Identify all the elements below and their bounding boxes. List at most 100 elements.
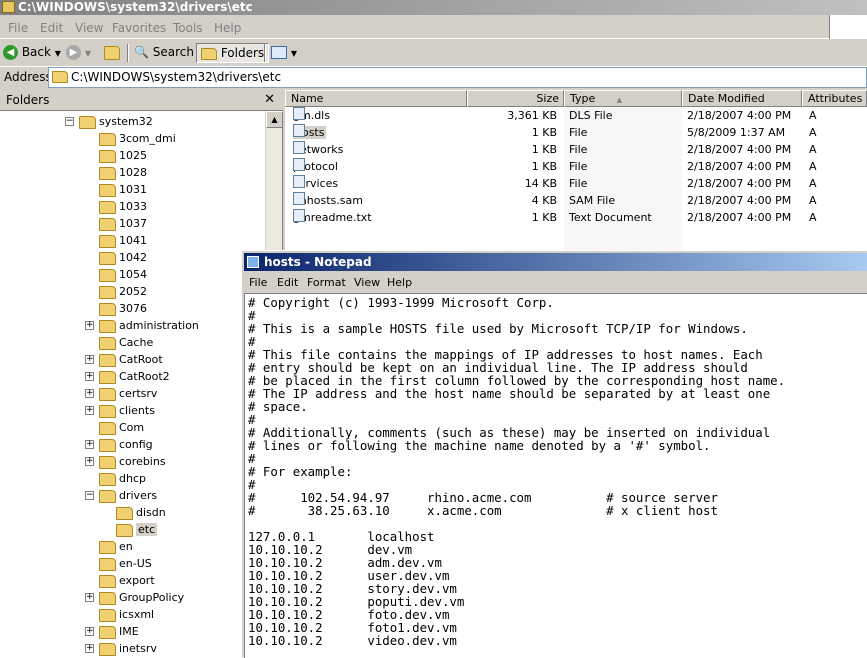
scroll-up-arrow-icon[interactable]: ▲ xyxy=(266,111,283,128)
tree-item[interactable]: 2052 xyxy=(99,283,147,300)
tree-item[interactable]: IME xyxy=(99,623,139,640)
file-row[interactable]: gm.dls 3,361 KB DLS File 2/18/2007 4:00 PM A xyxy=(285,107,867,124)
tree-item[interactable]: disdn xyxy=(116,504,166,521)
address-bar: Address C:\WINDOWS\system32\drivers\etc xyxy=(0,66,867,88)
tree-item[interactable]: 1037 xyxy=(99,215,147,232)
expand-toggle-icon[interactable]: + xyxy=(85,389,94,398)
menu-file[interactable]: File xyxy=(8,21,28,35)
file-row[interactable]: protocol 1 KB File 2/18/2007 4:00 PM A xyxy=(285,158,867,175)
tree-item[interactable]: corebins xyxy=(99,453,166,470)
expand-toggle-icon[interactable]: + xyxy=(85,372,94,381)
file-type-cell: File xyxy=(569,126,588,139)
tree-item[interactable]: Cache xyxy=(99,334,153,351)
tree-item[interactable]: 1042 xyxy=(99,249,147,266)
file-attr-cell: A xyxy=(809,143,817,156)
tree-item[interactable]: dhcp xyxy=(99,470,146,487)
tree-item[interactable]: config xyxy=(99,436,153,453)
close-icon[interactable]: ✕ xyxy=(264,90,275,110)
menu-edit[interactable]: Edit xyxy=(40,21,63,35)
expand-toggle-icon[interactable]: − xyxy=(85,491,94,500)
file-icon xyxy=(293,141,305,154)
file-date-cell: 2/18/2007 4:00 PM xyxy=(687,160,792,173)
file-row[interactable]: services 14 KB File 2/18/2007 4:00 PM A xyxy=(285,175,867,192)
file-name-cell: lmhosts.sam xyxy=(293,192,463,209)
expand-toggle-icon[interactable]: + xyxy=(85,355,94,364)
tree-item[interactable]: 1025 xyxy=(99,147,147,164)
up-folder-button[interactable] xyxy=(104,43,120,63)
tree-item[interactable]: Com xyxy=(99,419,144,436)
tree-item[interactable]: drivers xyxy=(99,487,157,504)
address-input[interactable]: C:\WINDOWS\system32\drivers\etc xyxy=(48,67,867,88)
expand-toggle-icon[interactable]: + xyxy=(85,644,94,653)
search-icon: 🔍 xyxy=(134,45,149,59)
notepad-title-bar[interactable]: hosts - Notepad xyxy=(244,253,867,271)
column-header-type[interactable]: Type ▲ xyxy=(564,90,682,107)
file-size-cell: 1 KB xyxy=(531,143,557,156)
back-button[interactable]: ◀ Back ▼ xyxy=(3,43,61,63)
tree-item[interactable]: administration xyxy=(99,317,199,334)
tree-item[interactable]: en-US xyxy=(99,555,152,572)
notepad-menu-format[interactable]: Format xyxy=(307,276,346,289)
file-row[interactable]: hosts 1 KB File 5/8/2009 1:37 AM A xyxy=(285,124,867,141)
tree-item[interactable]: system32 xyxy=(79,113,153,130)
notepad-menu-bar: File Edit Format View Help xyxy=(244,272,867,292)
tree-item[interactable]: 1041 xyxy=(99,232,147,249)
tree-item-label: 1037 xyxy=(119,217,147,230)
text-line: # The IP address and the host name shoul… xyxy=(248,386,771,401)
menu-help[interactable]: Help xyxy=(214,21,241,35)
folder-icon xyxy=(99,455,116,469)
tree-item-label: export xyxy=(119,574,155,587)
file-date-cell: 2/18/2007 4:00 PM xyxy=(687,211,792,224)
folder-icon xyxy=(99,591,116,605)
folder-icon xyxy=(99,268,116,282)
expand-toggle-icon[interactable]: + xyxy=(85,406,94,415)
expand-toggle-icon[interactable]: − xyxy=(65,117,74,126)
tree-item[interactable]: 3076 xyxy=(99,300,147,317)
tree-item[interactable]: etc xyxy=(116,521,158,538)
expand-toggle-icon[interactable]: + xyxy=(85,457,94,466)
notepad-menu-help[interactable]: Help xyxy=(387,276,412,289)
tree-item[interactable]: CatRoot2 xyxy=(99,368,170,385)
tree-item[interactable]: GroupPolicy xyxy=(99,589,184,606)
file-attr-cell: A xyxy=(809,109,817,122)
folders-button[interactable]: Folders xyxy=(196,43,270,63)
expand-toggle-icon[interactable]: + xyxy=(85,627,94,636)
notepad-icon xyxy=(247,256,259,268)
tree-item[interactable]: CatRoot xyxy=(99,351,163,368)
explorer-title-bar[interactable]: C:\WINDOWS\system32\drivers\etc xyxy=(0,0,867,15)
notepad-text-area[interactable]: # Copyright (c) 1993-1999 Microsoft Corp… xyxy=(244,293,867,658)
tree-item[interactable]: export xyxy=(99,572,155,589)
tree-item-label: 1041 xyxy=(119,234,147,247)
folder-icon xyxy=(99,353,116,367)
column-header-size[interactable]: Size xyxy=(467,90,564,107)
notepad-menu-view[interactable]: View xyxy=(354,276,380,289)
tree-item[interactable]: 1054 xyxy=(99,266,147,283)
notepad-menu-edit[interactable]: Edit xyxy=(277,276,298,289)
tree-item[interactable]: 3com_dmi xyxy=(99,130,176,147)
column-header-date-modified[interactable]: Date Modified xyxy=(682,90,802,107)
tree-item[interactable]: 1033 xyxy=(99,198,147,215)
notepad-menu-file[interactable]: File xyxy=(249,276,267,289)
file-row[interactable]: lmhosts.sam 4 KB SAM File 2/18/2007 4:00 PM… xyxy=(285,192,867,209)
menu-favorites[interactable]: Favorites xyxy=(112,21,166,35)
tree-item[interactable]: clients xyxy=(99,402,155,419)
tree-item[interactable]: 1031 xyxy=(99,181,147,198)
menu-view[interactable]: View xyxy=(75,21,103,35)
expand-toggle-icon[interactable]: + xyxy=(85,321,94,330)
file-row[interactable]: gmreadme.txt 1 KB Text Document 2/18/2007 4… xyxy=(285,209,867,226)
tree-item[interactable]: certsrv xyxy=(99,385,157,402)
tree-item[interactable]: inetsrv xyxy=(99,640,157,657)
file-icon xyxy=(293,175,305,188)
menu-tools[interactable]: Tools xyxy=(173,21,203,35)
search-button[interactable]: 🔍 Search xyxy=(134,43,194,63)
tree-item[interactable]: icsxml xyxy=(99,606,154,623)
tree-item[interactable]: en xyxy=(99,538,133,555)
expand-toggle-icon[interactable]: + xyxy=(85,440,94,449)
views-button[interactable]: ▼ xyxy=(271,43,297,63)
file-row[interactable]: networks 1 KB File 2/18/2007 4:00 PM A xyxy=(285,141,867,158)
column-header-attributes[interactable]: Attributes xyxy=(802,90,867,107)
forward-button[interactable]: ▶ ▼ xyxy=(66,43,91,63)
column-header-name[interactable]: Name xyxy=(285,90,467,107)
expand-toggle-icon[interactable]: + xyxy=(85,593,94,602)
tree-item[interactable]: 1028 xyxy=(99,164,147,181)
